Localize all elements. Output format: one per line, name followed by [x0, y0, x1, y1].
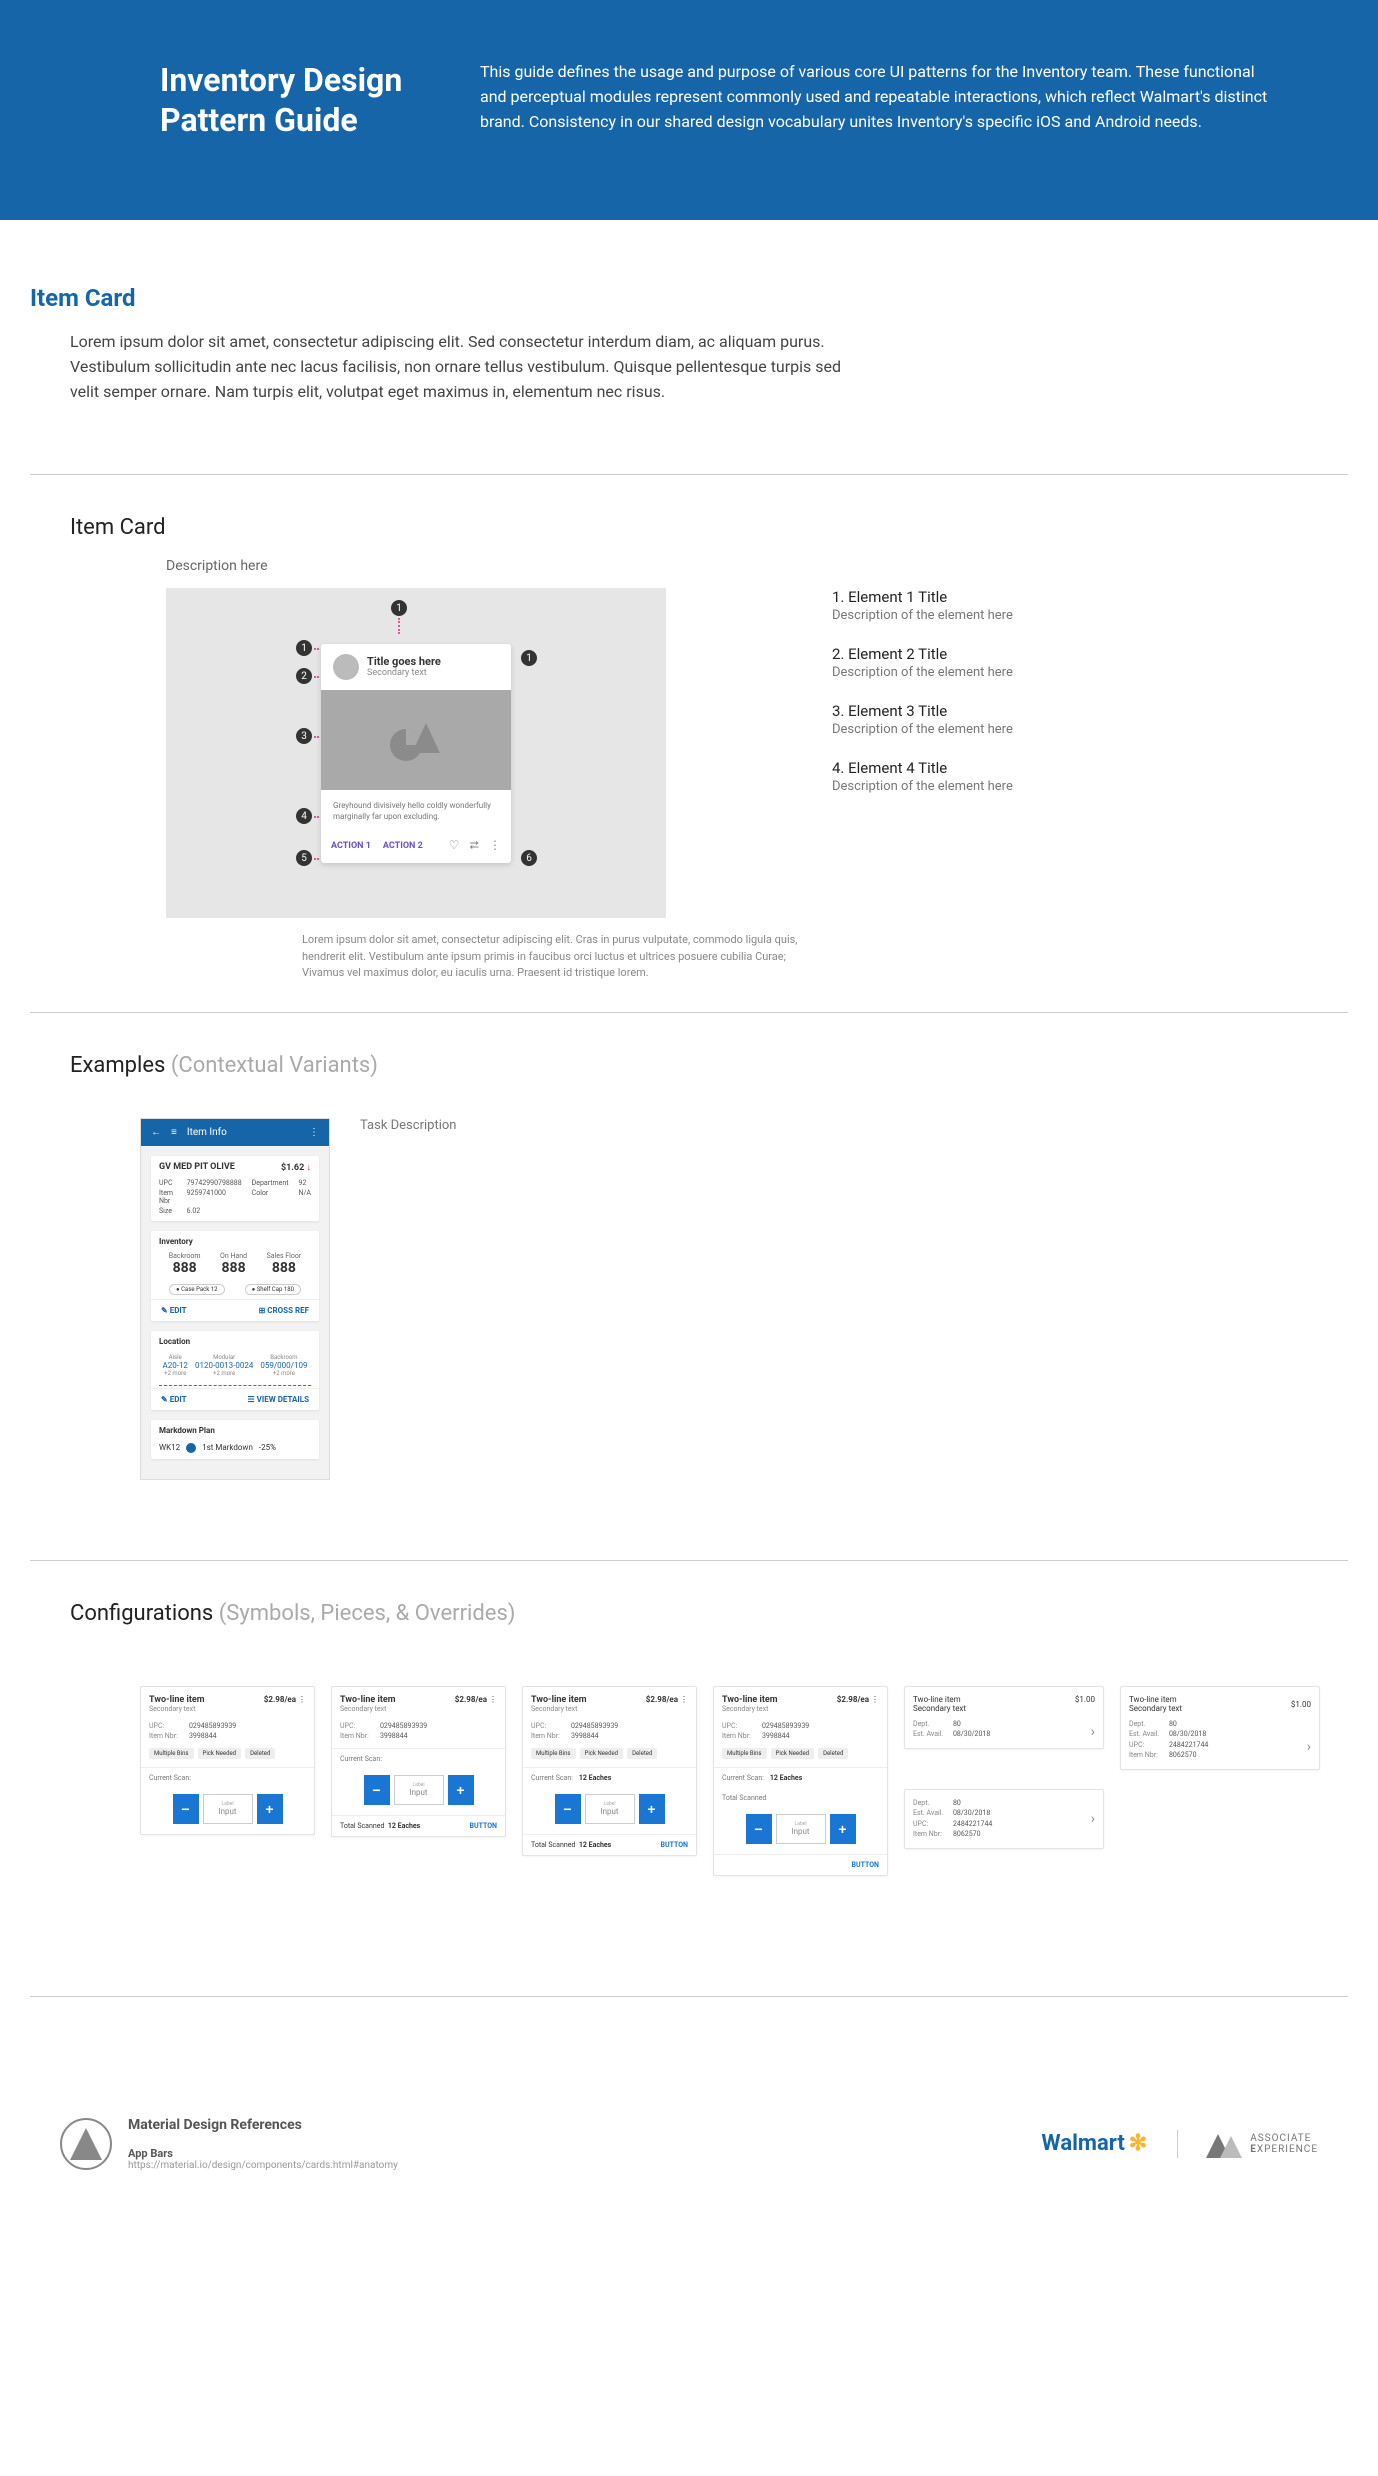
more-icon[interactable]: ⋮ — [489, 838, 501, 853]
edit-button[interactable]: ✎ EDIT — [161, 1306, 187, 1315]
callout-1: 1 — [296, 640, 312, 656]
card-action-2[interactable]: ACTION 2 — [383, 841, 423, 851]
minus-button[interactable]: − — [555, 1794, 581, 1824]
anatomy-element-list: 1. Element 1 TitleDescription of the ele… — [832, 588, 1348, 982]
divider — [30, 1996, 1348, 1997]
config-card: Two-line itemSecondary text $2.98/ea ⋮ U… — [522, 1686, 697, 1856]
more-icon[interactable]: ⋮ — [680, 1695, 688, 1704]
status-dot-icon — [186, 1443, 196, 1453]
spark-icon: ✻ — [1129, 2131, 1147, 2156]
chevron-right-icon[interactable]: › — [1291, 1739, 1311, 1755]
card-title: Title goes here — [367, 655, 441, 668]
card-action-1[interactable]: ACTION 1 — [331, 841, 371, 851]
callout-6: 6 — [521, 850, 537, 866]
minus-button[interactable]: − — [173, 1794, 199, 1824]
config-card-compact[interactable]: Two-line item Secondary text Dept.80 Est… — [904, 1686, 1104, 1749]
card-body-text: Greyhound divisively hello coldly wonder… — [321, 790, 511, 832]
appbar-title: Item Info — [187, 1127, 299, 1138]
walmart-logo: Walmart✻ — [1041, 2131, 1147, 2156]
callout-1c: 1 — [521, 650, 537, 666]
menu-icon[interactable]: ≡ — [171, 1127, 177, 1138]
hero-banner: Inventory Design Pattern Guide This guid… — [0, 0, 1378, 220]
references-title: Material Design References — [128, 2117, 1025, 2133]
configurations-title: Configurations (Symbols, Pieces, & Overr… — [70, 1601, 1348, 1626]
heart-icon[interactable]: ♡ — [449, 838, 460, 853]
more-icon[interactable]: ⋮ — [871, 1695, 879, 1704]
more-icon[interactable]: ⋮ — [489, 1695, 497, 1704]
reference-name: App Bars — [128, 2147, 1025, 2160]
examples-title: Examples (Contextual Variants) — [70, 1053, 1348, 1078]
more-icon[interactable]: ⋮ — [298, 1695, 306, 1704]
plus-button[interactable]: + — [448, 1775, 474, 1805]
config-card-compact[interactable]: Dept.80 Est. Avail.08/30/2018 UPC:248422… — [904, 1789, 1104, 1849]
config-card: Two-line itemSecondary text $2.98/ea ⋮ U… — [331, 1686, 506, 1837]
sample-material-card: Title goes here Secondary text Greyhound… — [321, 644, 511, 863]
anatomy-caption: Lorem ipsum dolor sit amet, consectetur … — [302, 932, 802, 982]
callout-2: 2 — [296, 668, 312, 684]
section-intro: Lorem ipsum dolor sit amet, consectetur … — [30, 330, 890, 444]
hero-description: This guide defines the usage and purpose… — [480, 60, 1280, 140]
app-bar: ← ≡ Item Info ⋮ — [141, 1119, 329, 1146]
divider — [30, 1560, 1348, 1561]
config-card: Two-line itemSecondary text $2.98/ea ⋮ U… — [713, 1686, 888, 1876]
anatomy-canvas: 1 2 3 4 5 1 1 6 Title goes he — [166, 588, 666, 918]
quantity-input[interactable]: LabelInput — [585, 1794, 635, 1824]
markdown-plan-card: Markdown Plan WK12 1st Markdown -25% — [151, 1420, 319, 1459]
action-button[interactable]: BUTTON — [661, 1841, 688, 1849]
quantity-input[interactable]: LabelInput — [203, 1794, 253, 1824]
avatar-icon — [333, 654, 359, 680]
action-button[interactable]: BUTTON — [470, 1822, 497, 1830]
location-card: Location AisleA20-12+2 more Modular0120-… — [151, 1331, 319, 1410]
back-arrow-icon[interactable]: ← — [151, 1127, 161, 1138]
reference-url[interactable]: https://material.io/design/components/ca… — [128, 2160, 1025, 2171]
card-secondary: Secondary text — [367, 668, 441, 678]
action-button[interactable]: BUTTON — [852, 1861, 879, 1869]
section-title-item-card: Item Card — [30, 284, 1348, 312]
callout-5: 5 — [296, 850, 312, 866]
minus-button[interactable]: − — [364, 1775, 390, 1805]
callout-4: 4 — [296, 808, 312, 824]
share-icon[interactable]: ⮂ — [469, 838, 479, 853]
page-title: Inventory Design Pattern Guide — [160, 60, 420, 140]
config-card: Two-line itemSecondary text $2.98/ea ⋮ U… — [140, 1686, 315, 1835]
view-details-button[interactable]: ☰ VIEW DETAILS — [247, 1395, 309, 1404]
task-description-label: Task Description — [360, 1118, 456, 1480]
quantity-input[interactable]: LabelInput — [394, 1775, 444, 1805]
inventory-card: Inventory Backroom888 On Hand888 Sales F… — [151, 1231, 319, 1321]
divider — [30, 474, 1348, 475]
cross-ref-button[interactable]: ⊞ CROSS REF — [259, 1306, 309, 1315]
more-icon[interactable]: ⋮ — [309, 1127, 319, 1138]
divider — [30, 1012, 1348, 1013]
card-media — [321, 690, 511, 790]
item-summary-card: GV MED PIT OLIVE $1.62 ↓ UPC797429907988… — [151, 1156, 319, 1221]
edit-button[interactable]: ✎ EDIT — [161, 1395, 187, 1404]
plus-button[interactable]: + — [639, 1794, 665, 1824]
chevron-right-icon[interactable]: › — [1075, 1724, 1095, 1740]
material-design-logo-icon — [60, 2118, 112, 2170]
callout-3: 3 — [296, 728, 312, 744]
quantity-input[interactable]: LabelInput — [776, 1814, 826, 1844]
example-phone-mockup: ← ≡ Item Info ⋮ GV MED PIT OLIVE $1.62 ↓… — [140, 1118, 330, 1480]
page-footer: Material Design References App Bars http… — [30, 2097, 1348, 2211]
callout-1b: 1 — [391, 600, 407, 616]
chevron-right-icon[interactable]: › — [1091, 1811, 1095, 1827]
anatomy-description-label: Description here — [166, 558, 1348, 574]
minus-button[interactable]: − — [746, 1814, 772, 1844]
plus-button[interactable]: + — [257, 1794, 283, 1824]
config-card-compact[interactable]: Two-line item Secondary text Dept.80 Est… — [1120, 1686, 1320, 1770]
associate-experience-logo: ASSOCIATE EEXPERIENCEXPERIENCE — [1177, 2130, 1318, 2158]
anatomy-title: Item Card — [70, 515, 1348, 540]
price-down-icon: ↓ — [307, 1163, 312, 1173]
plus-button[interactable]: + — [830, 1814, 856, 1844]
